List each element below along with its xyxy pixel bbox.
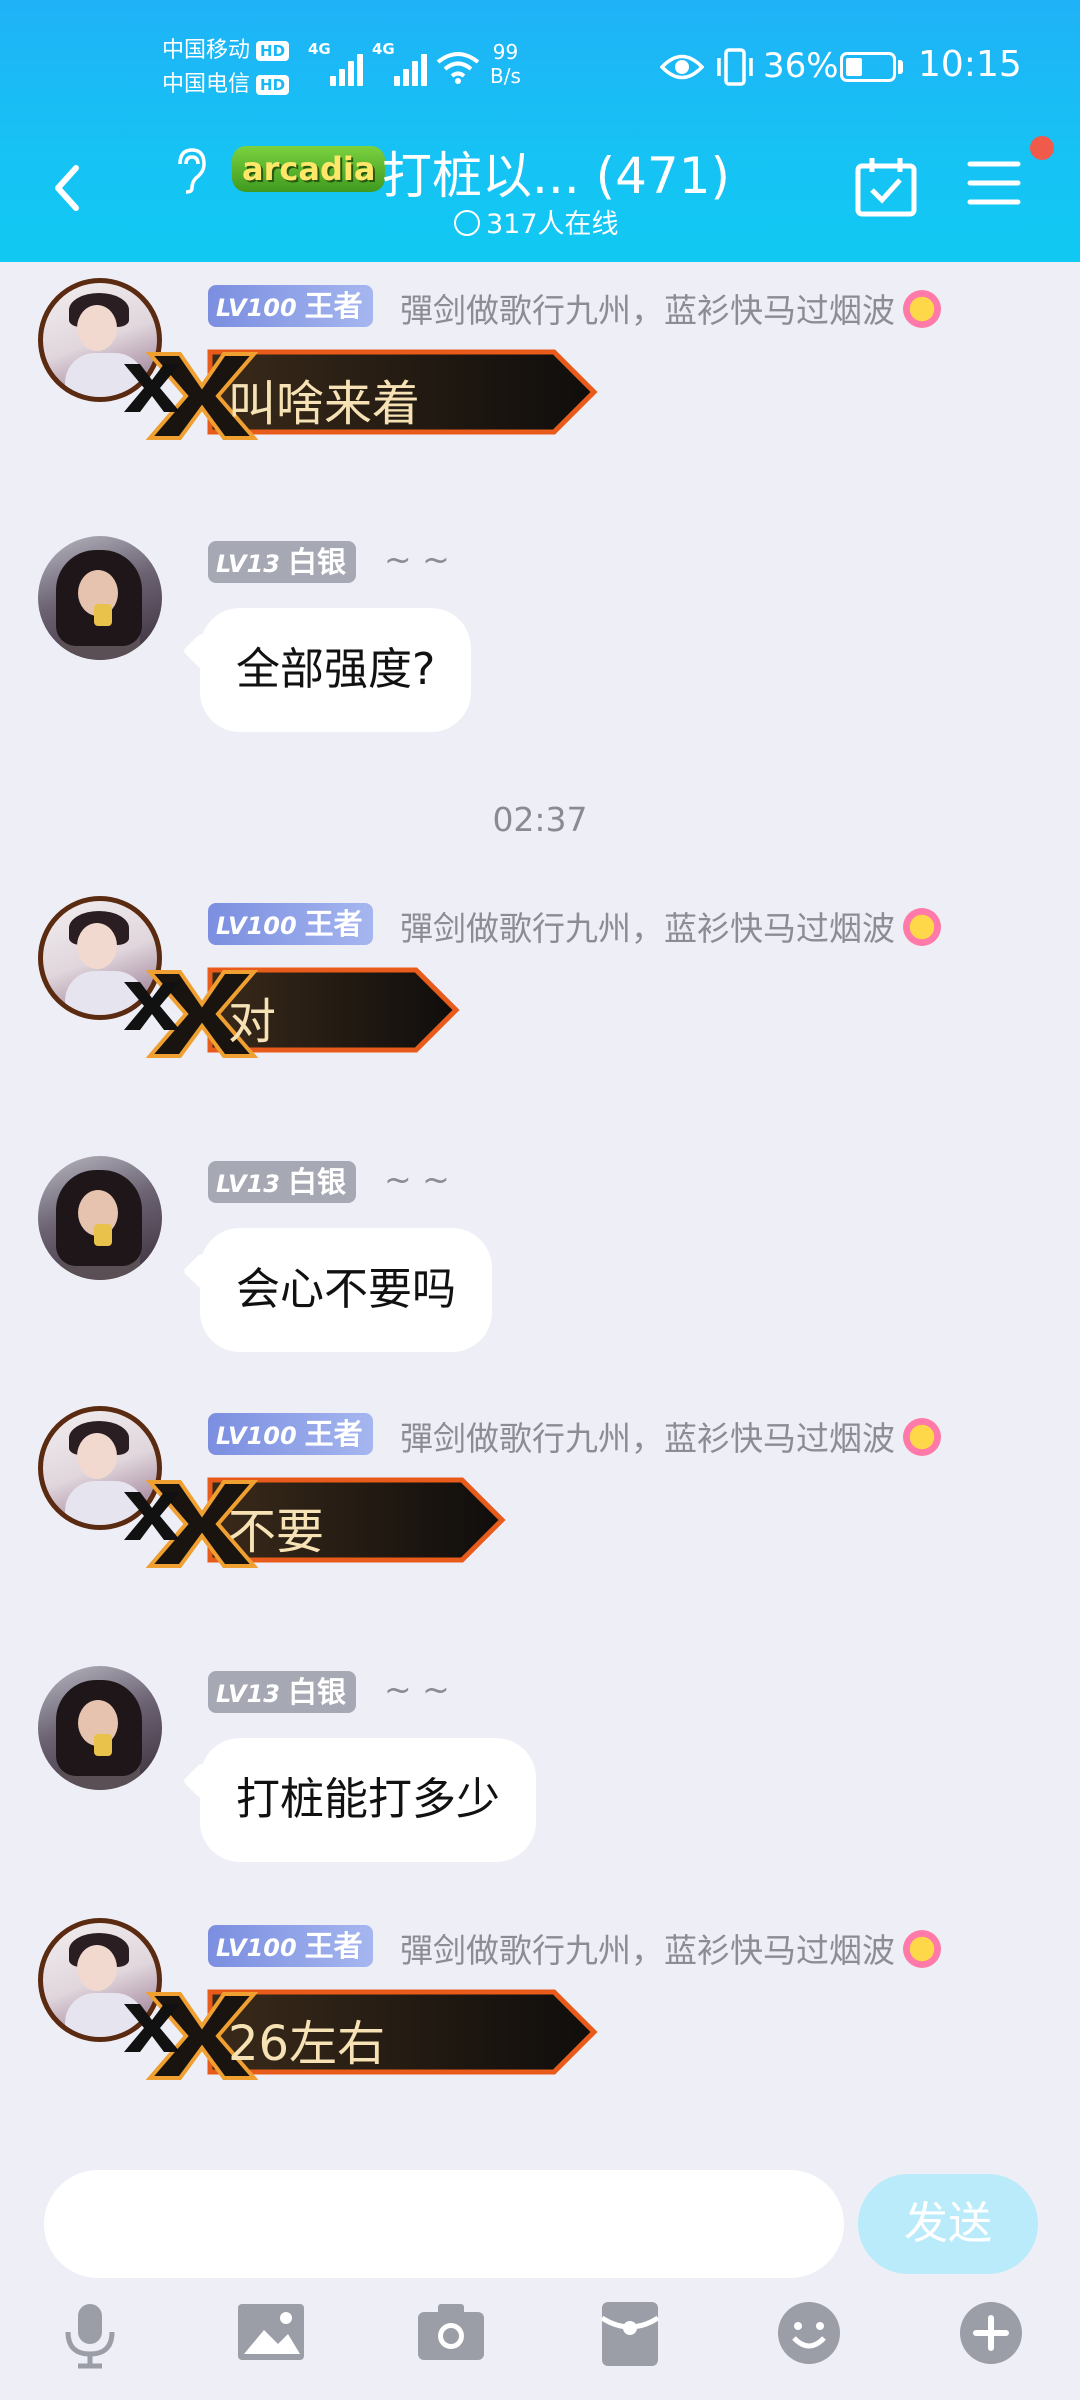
wifi-icon bbox=[436, 52, 480, 84]
rank-title: 白银 bbox=[287, 1675, 346, 1709]
network-type-1: 4G bbox=[308, 40, 331, 58]
level-number: LV100 bbox=[216, 912, 297, 940]
level-badge: LV13 白银 bbox=[208, 541, 356, 583]
message-bubble[interactable]: 会心不要吗 bbox=[200, 1228, 492, 1352]
vibrate-icon bbox=[717, 48, 753, 86]
level-badge: LV100 王者 bbox=[208, 1413, 373, 1455]
level-badge: LV100 王者 bbox=[208, 285, 373, 327]
message-text: 不要 bbox=[228, 1504, 325, 1560]
hd-badge: HD bbox=[256, 75, 290, 95]
online-count-text: 317人在线 bbox=[486, 209, 619, 240]
rank-title: 王者 bbox=[304, 1417, 363, 1451]
nickname-text: ~ ~ bbox=[384, 1670, 450, 1709]
battery-icon bbox=[840, 52, 896, 82]
online-count[interactable]: 317人在线 bbox=[454, 202, 619, 241]
rank-title: 白银 bbox=[287, 545, 346, 579]
camera-icon[interactable] bbox=[416, 2300, 486, 2364]
online-check-icon bbox=[454, 210, 480, 236]
emoji-icon[interactable] bbox=[776, 2300, 842, 2366]
x-badge-bubble[interactable] bbox=[110, 960, 476, 1060]
calendar-check-icon[interactable] bbox=[854, 156, 918, 218]
nickname-text: ~ ~ bbox=[384, 540, 450, 579]
send-button[interactable]: 发送 bbox=[858, 2174, 1038, 2274]
back-icon[interactable] bbox=[46, 158, 96, 218]
level-badge: LV13 白银 bbox=[208, 1671, 356, 1713]
nickname-text: 彈剑做歌行九州，蓝衫快马过烟波 bbox=[400, 1419, 895, 1458]
sender-nickname: 彈剑做歌行九州，蓝衫快马过烟波 bbox=[400, 1412, 941, 1460]
level-badge: LV100 王者 bbox=[208, 903, 373, 945]
sender-nickname: 彈剑做歌行九州，蓝衫快马过烟波 bbox=[400, 284, 941, 332]
message-text: 叫啥来着 bbox=[228, 376, 421, 432]
carrier-info: 中国移动 HD 中国电信 HD bbox=[162, 34, 290, 102]
level-number: LV100 bbox=[216, 294, 297, 322]
speed-unit: B/s bbox=[490, 64, 521, 88]
avatar[interactable] bbox=[38, 536, 162, 660]
sender-nickname: ~ ~ bbox=[384, 540, 450, 579]
signal-icon: 4G bbox=[308, 40, 363, 86]
notification-dot bbox=[1030, 136, 1054, 160]
level-number: LV100 bbox=[216, 1934, 297, 1962]
message-bubble[interactable]: 打桩能打多少 bbox=[200, 1738, 536, 1862]
carrier-2: 中国电信 bbox=[162, 72, 251, 97]
sender-nickname: ~ ~ bbox=[384, 1670, 450, 1709]
flower-emoji-icon bbox=[903, 908, 941, 946]
level-number: LV100 bbox=[216, 1422, 297, 1450]
status-bar: 中国移动 HD 中国电信 HD 4G 4G 99 B/s 36% 10:15 bbox=[0, 0, 1080, 130]
rank-title: 王者 bbox=[304, 1929, 363, 1963]
network-speed: 99 B/s bbox=[490, 40, 521, 88]
message-input[interactable] bbox=[44, 2170, 844, 2278]
sender-nickname: 彈剑做歌行九州，蓝衫快马过烟波 bbox=[400, 1924, 941, 1972]
plus-icon[interactable] bbox=[958, 2300, 1024, 2366]
top-bar: 中国移动 HD 中国电信 HD 4G 4G 99 B/s 36% 10:15 a… bbox=[0, 0, 1080, 262]
hd-badge: HD bbox=[256, 41, 290, 61]
message-text: 26左右 bbox=[228, 2016, 386, 2072]
signal-icon: 4G bbox=[372, 40, 427, 86]
eye-comfort-icon bbox=[660, 54, 704, 80]
image-icon[interactable] bbox=[236, 2300, 306, 2364]
timestamp: 02:37 bbox=[492, 800, 588, 839]
network-type-2: 4G bbox=[372, 40, 395, 58]
flower-emoji-icon bbox=[903, 1418, 941, 1456]
level-badge: LV13 白银 bbox=[208, 1161, 356, 1203]
level-number: LV13 bbox=[216, 1680, 280, 1708]
speed-value: 99 bbox=[492, 40, 519, 64]
nickname-text: 彈剑做歌行九州，蓝衫快马过烟波 bbox=[400, 291, 895, 330]
sender-nickname: 彈剑做歌行九州，蓝衫快马过烟波 bbox=[400, 902, 941, 950]
mic-icon[interactable] bbox=[58, 2300, 122, 2370]
message-text: 对 bbox=[228, 994, 277, 1050]
rank-title: 王者 bbox=[304, 907, 363, 941]
nickname-text: ~ ~ bbox=[384, 1160, 450, 1199]
flower-emoji-icon bbox=[903, 1930, 941, 1968]
group-title[interactable]: 打桩以... (471) bbox=[382, 136, 730, 208]
group-tag-arcadia: arcadia bbox=[232, 146, 386, 192]
message-bubble[interactable]: 全部强度? bbox=[200, 608, 472, 732]
avatar[interactable] bbox=[38, 1666, 162, 1790]
sender-nickname: ~ ~ bbox=[384, 1160, 450, 1199]
level-number: LV13 bbox=[216, 1170, 280, 1198]
nickname-text: 彈剑做歌行九州，蓝衫快马过烟波 bbox=[400, 909, 895, 948]
clock: 10:15 bbox=[918, 44, 1022, 85]
ear-icon[interactable] bbox=[170, 146, 210, 194]
carrier-1: 中国移动 bbox=[162, 38, 251, 63]
rank-title: 王者 bbox=[304, 289, 363, 323]
rank-title: 白银 bbox=[287, 1165, 346, 1199]
level-badge: LV100 王者 bbox=[208, 1925, 373, 1967]
avatar[interactable] bbox=[38, 1156, 162, 1280]
red-packet-icon[interactable] bbox=[600, 2300, 660, 2368]
level-number: LV13 bbox=[216, 550, 280, 578]
flower-emoji-icon bbox=[903, 290, 941, 328]
menu-icon[interactable] bbox=[966, 158, 1022, 208]
nickname-text: 彈剑做歌行九州，蓝衫快马过烟波 bbox=[400, 1931, 895, 1970]
battery-percent: 36% bbox=[763, 46, 839, 86]
